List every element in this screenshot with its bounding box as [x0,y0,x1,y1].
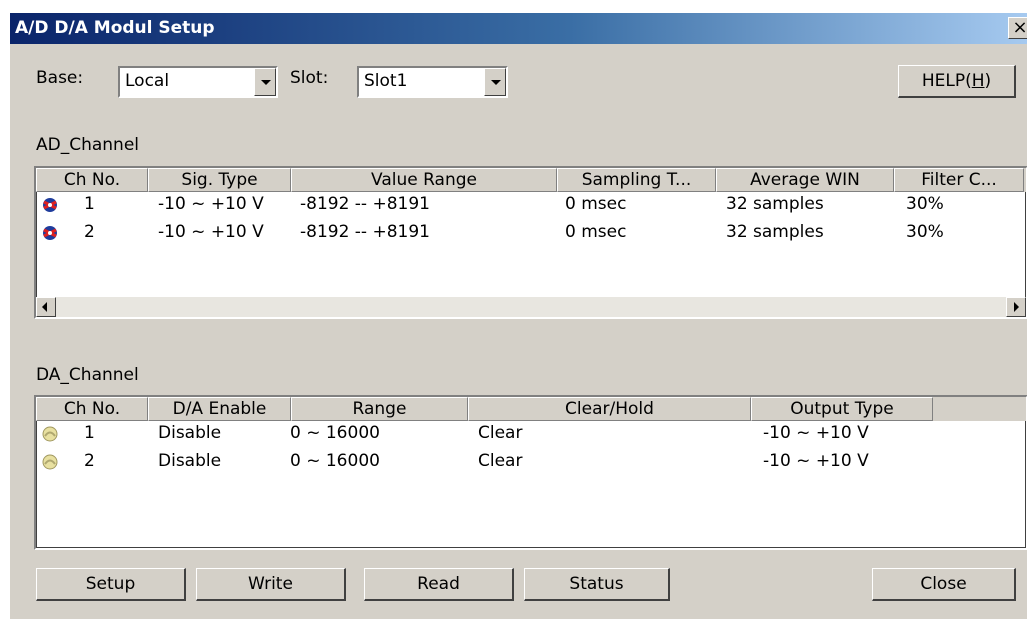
slot-select-value: Slot1 [364,71,408,91]
help-button-suffix: ) [984,71,992,91]
ad-cell-filter: 30% [906,222,944,242]
read-button[interactable]: Read [364,568,514,601]
da-channel-list[interactable]: Ch No. D/A Enable Range Clear/Hold Outpu… [34,395,1027,550]
ad-cell-average: 32 samples [726,222,824,242]
ad-channel-icon [43,226,57,240]
da-cell-clear: Clear [478,451,523,471]
ad-cell-sampling: 0 msec [565,222,627,242]
window-title: A/D D/A Modul Setup [15,18,215,38]
status-button[interactable]: Status [524,568,670,601]
help-button-mnemonic: H [971,71,985,91]
da-channel-icon [42,454,58,470]
ad-channel-list[interactable]: Ch No. Sig. Type Value Range Sampling T.… [34,166,1027,319]
da-cell-range: 0 ~ 16000 [290,423,380,443]
ad-col-filter[interactable]: Filter C... [894,168,1024,192]
ad-cell-ch: 1 [84,194,95,214]
ad-row-1[interactable]: 1 -10 ~ +10 V -8192 -- +8191 0 msec 32 s… [36,192,1026,220]
scroll-right-icon[interactable] [1006,297,1026,317]
slot-select[interactable]: Slot1 [357,66,508,98]
close-window-button[interactable]: × [1008,17,1027,39]
ad-col-average-win[interactable]: Average WIN [716,168,894,192]
ad-horizontal-scrollbar[interactable] [36,297,1026,317]
setup-dialog: A/D D/A Modul Setup × Base: Local Slot: … [9,12,1027,619]
base-select-value: Local [125,71,170,91]
setup-button[interactable]: Setup [36,568,186,601]
ad-cell-sampling: 0 msec [565,194,627,214]
ad-cell-average: 32 samples [726,194,824,214]
da-cell-ch: 1 [84,423,95,443]
scroll-left-icon[interactable] [36,297,56,317]
ad-channel-label: AD_Channel [36,135,140,155]
slot-label: Slot: [290,68,329,88]
ad-cell-filter: 30% [906,194,944,214]
help-button-label: HELP( [921,71,972,91]
da-cell-enable: Disable [158,423,222,443]
ad-cell-range: -8192 -- +8191 [300,222,430,242]
chevron-down-icon[interactable] [484,68,506,96]
ad-col-ch-no[interactable]: Ch No. [36,168,148,192]
da-channel-label: DA_Channel [36,365,139,385]
da-col-clear-hold[interactable]: Clear/Hold [468,397,751,421]
da-cell-range: 0 ~ 16000 [290,451,380,471]
title-bar[interactable]: A/D D/A Modul Setup × [10,13,1027,44]
base-select[interactable]: Local [118,66,278,98]
da-row-1[interactable]: 1 Disable 0 ~ 16000 Clear -10 ~ +10 V [36,421,1026,449]
ad-cell-ch: 2 [84,222,95,242]
da-col-range[interactable]: Range [291,397,468,421]
da-cell-clear: Clear [478,423,523,443]
close-button[interactable]: Close [872,568,1016,601]
ad-cell-sig: -10 ~ +10 V [158,222,264,242]
ad-col-sig-type[interactable]: Sig. Type [148,168,291,192]
help-button[interactable]: HELP(H) [898,65,1016,98]
da-cell-output: -10 ~ +10 V [763,451,869,471]
chevron-down-icon[interactable] [254,68,276,96]
da-cell-output: -10 ~ +10 V [763,423,869,443]
ad-list-header: Ch No. Sig. Type Value Range Sampling T.… [36,168,1026,192]
da-cell-ch: 2 [84,451,95,471]
da-row-2[interactable]: 2 Disable 0 ~ 16000 Clear -10 ~ +10 V [36,449,1026,477]
ad-cell-range: -8192 -- +8191 [300,194,430,214]
ad-channel-icon [43,198,57,212]
ad-col-sampling[interactable]: Sampling T... [557,168,716,192]
ad-row-2[interactable]: 2 -10 ~ +10 V -8192 -- +8191 0 msec 32 s… [36,220,1026,248]
da-channel-icon [42,426,58,442]
da-col-enable[interactable]: D/A Enable [148,397,291,421]
ad-cell-sig: -10 ~ +10 V [158,194,264,214]
write-button[interactable]: Write [196,568,346,601]
da-cell-enable: Disable [158,451,222,471]
ad-col-value-range[interactable]: Value Range [291,168,557,192]
da-col-output-type[interactable]: Output Type [751,397,933,421]
da-col-ch-no[interactable]: Ch No. [36,397,148,421]
base-label: Base: [36,68,84,88]
da-list-header: Ch No. D/A Enable Range Clear/Hold Outpu… [36,397,1026,421]
